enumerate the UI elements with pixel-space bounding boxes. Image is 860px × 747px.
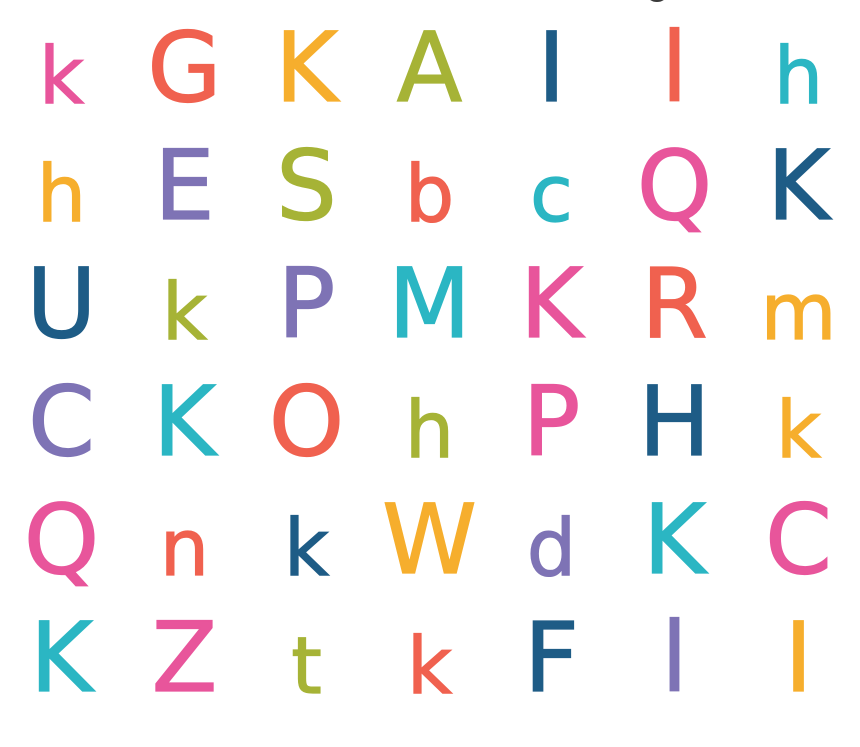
letter-cell: W — [368, 484, 491, 612]
letter-cell: I — [737, 602, 860, 730]
letter-glyph: Q — [23, 484, 100, 596]
letter-cell: Z — [123, 602, 246, 730]
letter-glyph: t — [291, 622, 323, 712]
letter-row: kGKAIlh — [0, 12, 860, 140]
letter-cell: c — [490, 140, 613, 258]
letter-glyph: K — [29, 602, 93, 714]
letter-cell: l — [613, 12, 736, 140]
letter-grid: kGKAIlhhESbcQKUkPMKRmCKOhPHkQnkWdKCKZtkF… — [0, 12, 860, 734]
letter-glyph: k — [406, 622, 453, 712]
letter-cell: K — [123, 366, 246, 494]
letter-cell: k — [245, 494, 368, 612]
letter-glyph: A — [396, 12, 463, 124]
letter-glyph: n — [159, 504, 210, 594]
letter-glyph: K — [766, 130, 830, 242]
letter-glyph: h — [404, 386, 455, 476]
letter-glyph: P — [277, 248, 336, 360]
letter-cell: K — [737, 130, 860, 258]
letter-glyph: k — [775, 386, 822, 476]
letter-glyph: l — [661, 12, 689, 124]
letter-cell: S — [245, 130, 368, 258]
letter-cell: G — [123, 12, 246, 140]
letter-glyph: k — [283, 504, 330, 594]
letter-glyph: h — [36, 150, 87, 240]
letter-glyph: O — [268, 366, 345, 478]
letter-cell: h — [737, 22, 860, 140]
letter-glyph: C — [27, 366, 96, 478]
letter-glyph: c — [529, 150, 573, 240]
letter-cell: k — [737, 376, 860, 494]
letter-row: KZtkFlI — [0, 602, 860, 730]
letter-row: CKOhPHk — [0, 366, 860, 494]
letter-cell: C — [0, 366, 123, 494]
letter-cell: m — [737, 258, 860, 376]
letter-cell: P — [245, 248, 368, 376]
letter-glyph: Z — [151, 602, 218, 714]
letter-glyph: K — [274, 12, 338, 124]
letter-glyph: E — [154, 130, 216, 242]
letter-cell: R — [613, 248, 736, 376]
letter-glyph: G — [147, 12, 223, 124]
letter-glyph: R — [641, 248, 709, 360]
letter-glyph: d — [526, 504, 577, 594]
letter-cell: E — [123, 130, 246, 258]
letter-glyph: h — [773, 32, 824, 122]
letter-cell: Q — [613, 130, 736, 258]
letter-cell: b — [368, 140, 491, 258]
letter-glyph: k — [38, 32, 85, 122]
letter-cell: I — [490, 12, 613, 140]
letter-cell: l — [613, 602, 736, 730]
letter-glyph: I — [537, 12, 567, 124]
letter-cell: C — [737, 484, 860, 612]
letter-row: hESbcQK — [0, 130, 860, 258]
letter-cell: k — [0, 22, 123, 140]
letter-cell: K — [490, 248, 613, 376]
letter-glyph: P — [522, 366, 581, 478]
letter-cell: K — [613, 484, 736, 612]
letter-cell: k — [123, 258, 246, 376]
letter-cell: K — [245, 12, 368, 140]
letter-cell: M — [368, 248, 491, 376]
letter-glyph: C — [764, 484, 833, 596]
letter-glyph: k — [161, 268, 208, 358]
letter-cell: A — [368, 12, 491, 140]
letter-cell: O — [245, 366, 368, 494]
letter-cell: k — [368, 612, 491, 730]
letter-cell: Q — [0, 484, 123, 612]
letter-cell: h — [368, 376, 491, 494]
letter-cell: t — [245, 612, 368, 730]
letter-glyph: b — [404, 150, 455, 240]
letter-row: QnkWdKC — [0, 484, 860, 612]
letter-glyph: Q — [636, 130, 713, 242]
letter-cell: F — [490, 602, 613, 730]
letter-glyph: l — [661, 602, 689, 714]
letter-glyph: K — [642, 484, 706, 596]
letter-glyph: W — [381, 484, 477, 596]
letter-glyph: U — [26, 248, 97, 360]
letter-glyph: I — [784, 602, 814, 714]
letter-glyph: H — [638, 366, 711, 478]
letter-cell: H — [613, 366, 736, 494]
letter-cell: U — [0, 248, 123, 376]
letter-cell: n — [123, 494, 246, 612]
letter-cell: h — [0, 140, 123, 258]
letter-glyph: K — [519, 248, 583, 360]
letter-glyph: m — [760, 268, 837, 358]
letter-glyph: M — [387, 248, 471, 360]
letter-row: UkPMKRm — [0, 248, 860, 376]
letter-glyph: K — [152, 366, 216, 478]
letter-glyph: S — [275, 130, 337, 242]
letter-cell: P — [490, 366, 613, 494]
letter-cell: K — [0, 602, 123, 730]
letter-glyph: F — [523, 602, 580, 714]
letter-cell: d — [490, 494, 613, 612]
top-edge-mark — [648, 0, 666, 2]
